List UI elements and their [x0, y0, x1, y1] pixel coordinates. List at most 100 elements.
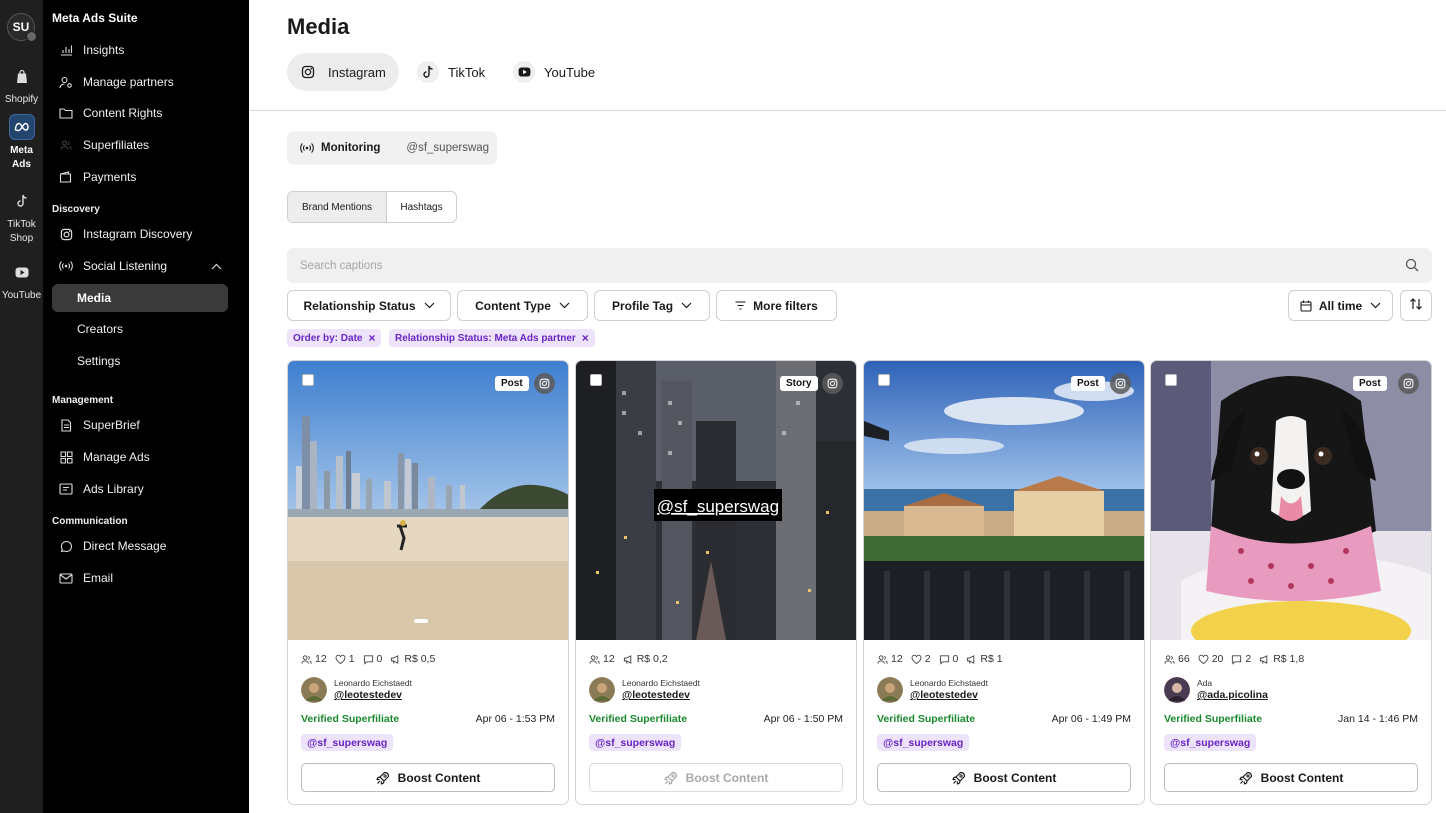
media-card[interactable]: Post 66 20 2 R$ 1,8 Ada @ada.picolina Ve…: [1150, 360, 1432, 805]
media-card[interactable]: Post 12 2 0 R$ 1 Leonardo Eichstaedt @le…: [863, 360, 1145, 805]
content-type-badge: Post: [495, 376, 529, 391]
time-range-select[interactable]: All time: [1288, 290, 1393, 321]
sidebar-item-superbrief[interactable]: SuperBrief: [52, 411, 228, 439]
chevron-up-icon[interactable]: [211, 259, 222, 273]
post-date: Jan 14 - 1:46 PM: [1338, 713, 1418, 725]
chevron-down-icon: [1370, 302, 1381, 309]
grid-icon: [58, 450, 74, 464]
sidebar-item-label: Social Listening: [83, 259, 168, 273]
time-range-label: All time: [1318, 298, 1363, 313]
rail-app-meta-ads[interactable]: Meta Ads: [0, 114, 43, 172]
card-stats: 12 1 0 R$ 0,5: [301, 653, 443, 665]
creator-handle-link[interactable]: @leotestedev: [910, 689, 988, 702]
chevron-down-icon: [424, 302, 435, 309]
megaphone-icon: [390, 654, 401, 665]
card-stats: 12 R$ 0,2: [589, 653, 676, 665]
sidebar-item-superfiliates[interactable]: Superfiliates: [52, 131, 228, 159]
select-checkbox[interactable]: [878, 374, 890, 386]
heart-icon: [335, 654, 346, 665]
sidebar-item-payments[interactable]: Payments: [52, 163, 228, 191]
content-type-badge: Story: [780, 376, 818, 391]
more-filters-button[interactable]: More filters: [716, 290, 837, 321]
creator-handle-link[interactable]: @leotestedev: [622, 689, 700, 702]
tiktok-icon: [9, 188, 35, 214]
creator-name: Ada: [1197, 678, 1213, 688]
segment-hashtags[interactable]: Hashtags: [387, 192, 456, 222]
sidebar-item-manage-partners[interactable]: Manage partners: [52, 68, 228, 96]
monitoring-bar: Monitoring @sf_superswag: [287, 131, 497, 165]
profile-tag: @sf_superswag: [301, 734, 394, 751]
sidebar-item-social-listening[interactable]: Social Listening: [52, 252, 228, 280]
select-checkbox[interactable]: [302, 374, 314, 386]
avatar[interactable]: [1164, 677, 1190, 703]
media-thumbnail[interactable]: Post: [864, 361, 1144, 640]
avatar[interactable]: [877, 677, 903, 703]
rail-app-tiktok-shop[interactable]: TikTok Shop: [0, 188, 43, 246]
sidebar-item-label: Insights: [83, 43, 125, 57]
rocket-icon: [952, 771, 966, 785]
content-type-badge: Post: [1071, 376, 1105, 391]
rocket-icon: [1239, 771, 1253, 785]
media-value: R$ 0,5: [404, 653, 436, 665]
media-thumbnail[interactable]: Post: [1151, 361, 1431, 640]
filter-label: More filters: [753, 298, 818, 313]
select-checkbox[interactable]: [590, 374, 602, 386]
sidebar-item-insights[interactable]: Insights: [52, 36, 228, 64]
users-icon: [1164, 654, 1175, 665]
sidebar-item-ads-library[interactable]: Ads Library: [52, 475, 228, 503]
filter-profile-tag[interactable]: Profile Tag: [594, 290, 710, 321]
header-divider: [249, 110, 1446, 111]
media-thumbnail[interactable]: Post: [288, 361, 568, 640]
relationship-status: Verified Superfiliate: [301, 713, 400, 725]
search-input[interactable]: [287, 248, 1432, 283]
tab-youtube[interactable]: YouTube: [503, 53, 608, 91]
active-filter-chip: Order by: Date ×: [287, 329, 382, 347]
boost-label: Boost Content: [1260, 770, 1344, 785]
sidebar-item-instagram-discovery[interactable]: Instagram Discovery: [52, 220, 228, 248]
segment-brand-mentions[interactable]: Brand Mentions: [288, 192, 387, 222]
creator-handle-link[interactable]: @ada.picolina: [1197, 689, 1268, 702]
tab-instagram[interactable]: Instagram: [287, 53, 399, 91]
tab-tiktok[interactable]: TikTok: [407, 53, 498, 91]
rail-app-youtube[interactable]: YouTube: [0, 259, 43, 303]
boost-content-button[interactable]: Boost Content: [877, 763, 1131, 792]
sidebar-item-direct-message[interactable]: Direct Message: [52, 532, 228, 560]
media-card[interactable]: @sf_superswag Story 12 R$ 0,2 Leonardo E…: [575, 360, 857, 805]
sort-button[interactable]: [1400, 290, 1432, 321]
sidebar-item-settings[interactable]: Settings: [52, 347, 228, 375]
select-checkbox[interactable]: [1165, 374, 1177, 386]
boost-content-button[interactable]: Boost Content: [589, 763, 843, 792]
sidebar-item-label: Manage partners: [83, 75, 174, 89]
avatar[interactable]: [589, 677, 615, 703]
sidebar-item-email[interactable]: Email: [52, 564, 228, 592]
instagram-icon: [58, 228, 74, 241]
remove-chip-icon[interactable]: ×: [368, 331, 375, 345]
boost-content-button[interactable]: Boost Content: [301, 763, 555, 792]
sidebar-item-label: Payments: [83, 170, 137, 184]
remove-chip-icon[interactable]: ×: [582, 331, 589, 345]
value-stat: R$ 1,8: [1259, 653, 1304, 665]
rail-app-shopify[interactable]: Shopify: [0, 63, 43, 107]
sidebar-item-creators[interactable]: Creators: [52, 315, 228, 343]
media-thumbnail[interactable]: @sf_superswag Story: [576, 361, 856, 640]
comment-icon: [363, 654, 374, 665]
avatar[interactable]: [301, 677, 327, 703]
megaphone-icon: [1259, 654, 1270, 665]
workspace-avatar[interactable]: SU: [7, 13, 37, 42]
post-date: Apr 06 - 1:53 PM: [475, 713, 555, 725]
filter-relationship-status[interactable]: Relationship Status: [287, 290, 451, 321]
sidebar-item-media[interactable]: Media: [52, 284, 228, 312]
sidebar-item-content-rights[interactable]: Content Rights: [52, 99, 228, 127]
filter-content-type[interactable]: Content Type: [457, 290, 588, 321]
followers-stat: 66: [1164, 653, 1190, 665]
sidebar-item-manage-ads[interactable]: Manage Ads: [52, 443, 228, 471]
creator-handle-link[interactable]: @leotestedev: [334, 689, 412, 702]
comments-stat: 0: [939, 653, 958, 665]
chip-label: Order by: Date: [293, 332, 363, 344]
likes-stat: 2: [911, 653, 931, 665]
boost-content-button[interactable]: Boost Content: [1164, 763, 1418, 792]
media-card[interactable]: Post 12 1 0 R$ 0,5 Leonardo Eichstaedt @…: [287, 360, 569, 805]
followers-stat: 12: [877, 653, 903, 665]
content-type-badge: Post: [1353, 376, 1387, 391]
search-icon[interactable]: [1405, 258, 1419, 277]
